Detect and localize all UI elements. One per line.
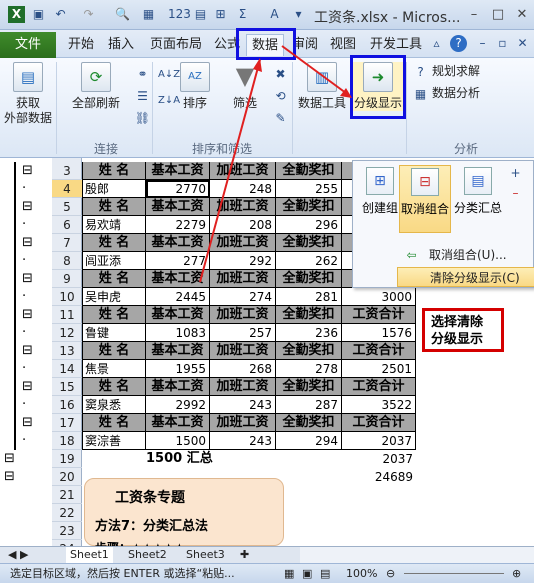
note-method: 方法7：分类汇总法 — [95, 519, 209, 534]
instruction-callout: 选择清除 分级显示 — [422, 308, 504, 352]
arrow-to-data-tab — [199, 59, 261, 283]
sheet-tab-1[interactable]: Sheet1 — [66, 547, 113, 563]
zoom-level[interactable]: 100% — [342, 566, 381, 582]
zoom-out-icon[interactable]: ⊖ — [382, 566, 399, 582]
normal-view-icon[interactable]: ▦ — [280, 566, 298, 582]
horizontal-scrollbar[interactable] — [300, 547, 534, 563]
sheet-tab-strip: ◀ ▶ Sheet1 Sheet2 Sheet3 ✚ — [0, 546, 534, 563]
sheet-tab-2[interactable]: Sheet2 — [124, 547, 171, 563]
arrowhead-data-tab — [253, 58, 262, 72]
zoom-in-icon[interactable]: ⊕ — [508, 566, 525, 582]
status-hint: 选定目标区域，然后按 ENTER 或选择“粘贴... — [10, 567, 235, 580]
sheet-nav-icon[interactable]: ◀ ▶ — [4, 547, 32, 563]
note-title: 工资条专题 — [115, 490, 185, 506]
arrow-to-outline — [281, 45, 351, 97]
page-break-view-icon[interactable]: ▤ — [316, 566, 334, 582]
sheet-tab-3[interactable]: Sheet3 — [182, 547, 229, 563]
topic-note: 工资条专题 方法7：分类汇总法 步骤：★★★★★ — [84, 478, 284, 555]
status-bar: 选定目标区域，然后按 ENTER 或选择“粘贴... ▦ ▣ ▤ 100% ⊖ … — [0, 563, 534, 583]
page-layout-view-icon[interactable]: ▣ — [298, 566, 316, 582]
new-sheet-icon[interactable]: ✚ — [236, 547, 253, 563]
zoom-slider[interactable] — [404, 573, 504, 574]
